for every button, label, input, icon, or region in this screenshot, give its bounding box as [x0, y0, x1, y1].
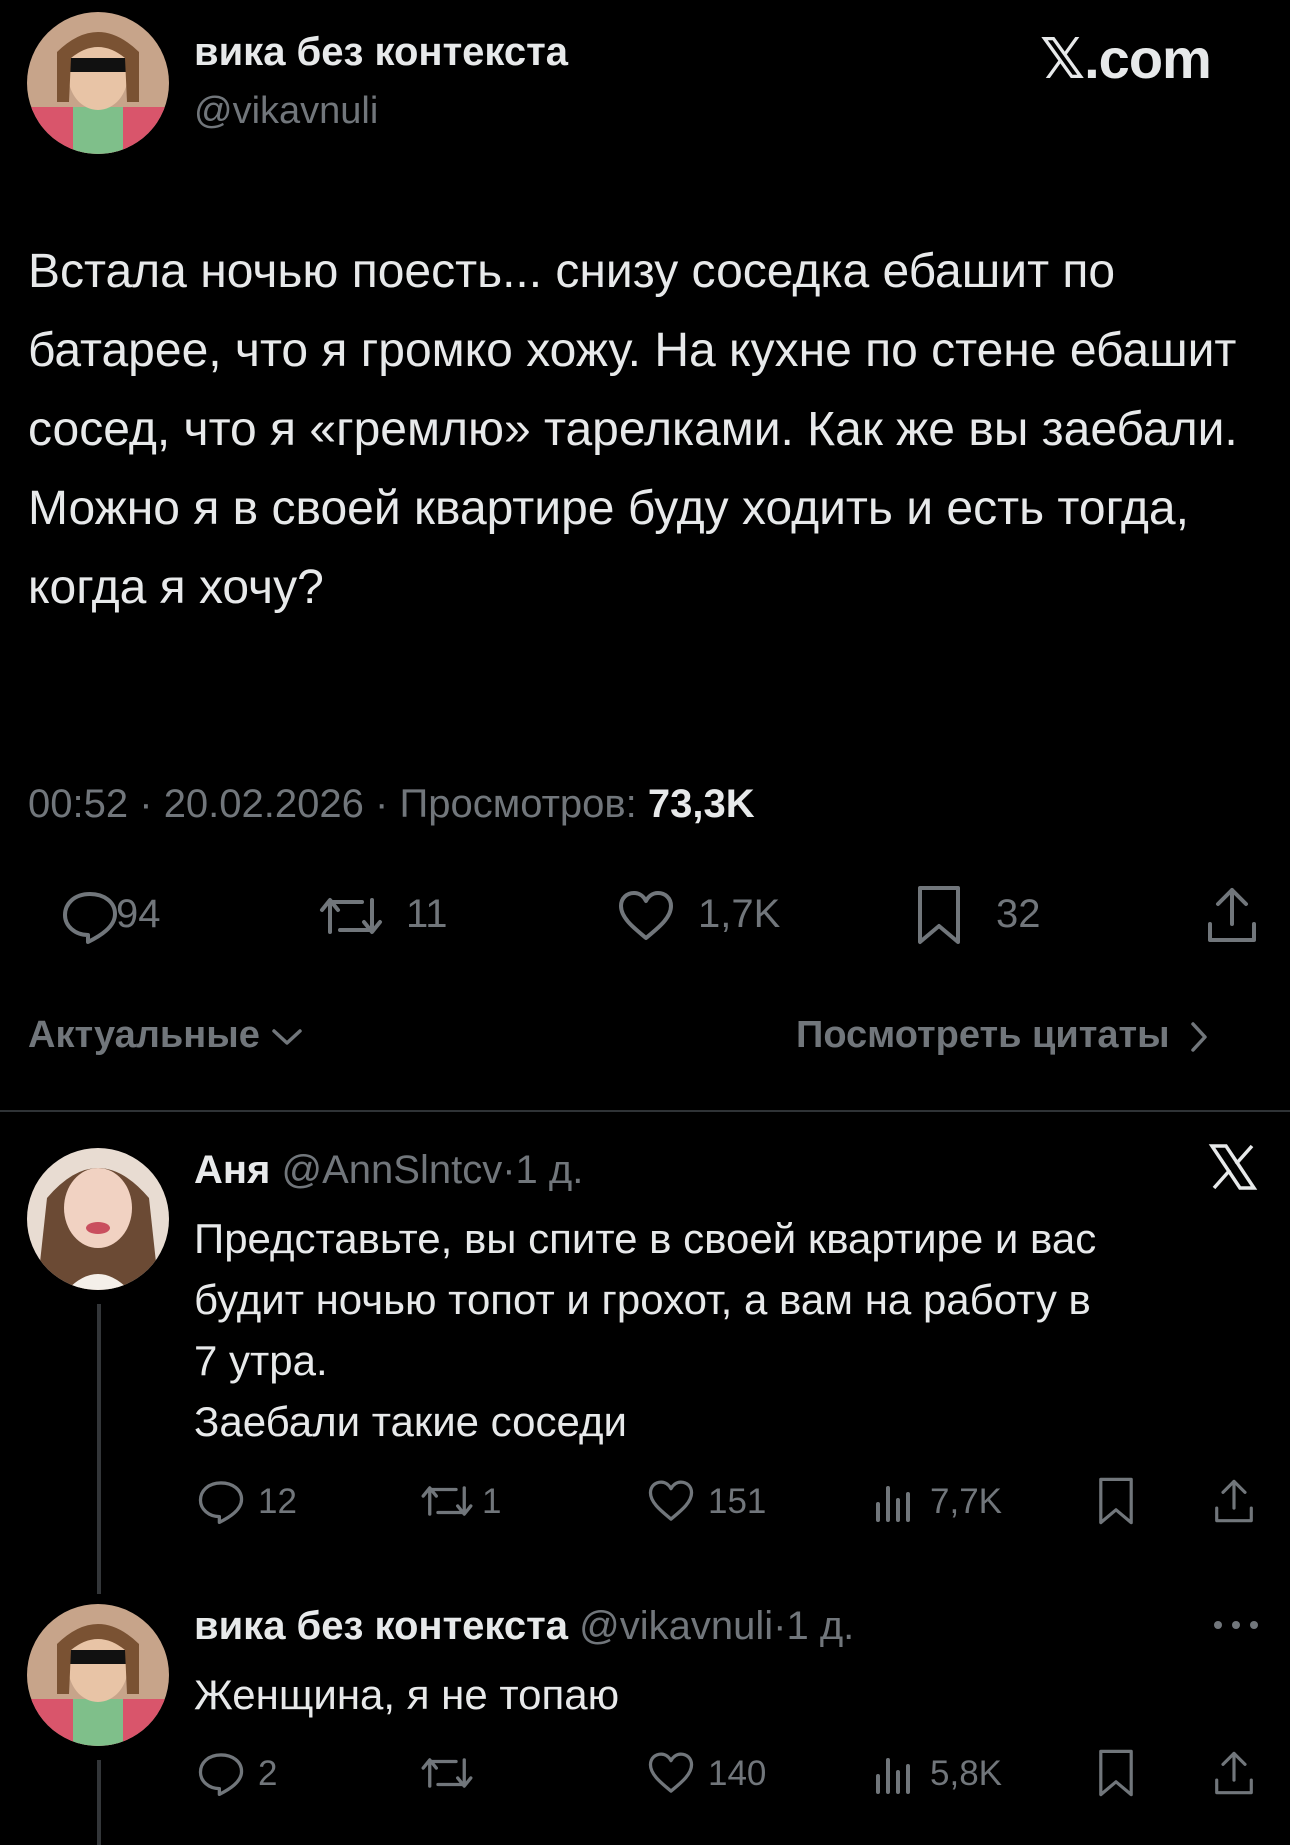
reply-text-line: Заебали такие соседи: [194, 1398, 627, 1445]
more-icon[interactable]: [1212, 1618, 1260, 1632]
reply-header: Аня @AnnSlntcv·1 д.: [194, 1148, 583, 1193]
author-name[interactable]: вика без контекста: [194, 30, 568, 75]
reply-count: 12: [258, 1482, 297, 1521]
reply-text-line: будит ночью топот и грохот, а вам на раб…: [194, 1276, 1091, 1323]
like-icon[interactable]: [616, 888, 676, 944]
reply-icon[interactable]: [196, 1478, 246, 1524]
post-date[interactable]: 20.02.2026: [164, 782, 364, 826]
chevron-down-icon: [270, 1025, 304, 1049]
meta-separator: ·: [375, 782, 389, 826]
reply-author-name[interactable]: вика без контекста: [194, 1604, 568, 1648]
share-icon[interactable]: [1204, 884, 1260, 946]
repost-icon[interactable]: [418, 1478, 476, 1524]
reply-icon[interactable]: [196, 1750, 246, 1796]
reply-text: Женщина, я не топаю: [194, 1664, 619, 1725]
sort-label: Актуальные: [28, 1014, 260, 1056]
repost-icon[interactable]: [418, 1750, 476, 1796]
views-icon[interactable]: [872, 1752, 912, 1794]
bookmark-icon[interactable]: [914, 884, 964, 946]
reply-text: Представьте, вы спите в своей квартире и…: [194, 1208, 1274, 1452]
repost-count: 1: [482, 1482, 502, 1521]
reply-count: 2: [258, 1754, 278, 1793]
like-icon[interactable]: [646, 1750, 696, 1796]
reply-author-name[interactable]: Аня: [194, 1148, 270, 1192]
bookmark-icon[interactable]: [1096, 1748, 1136, 1798]
reply-age[interactable]: 1 д.: [516, 1148, 584, 1192]
views-label: Просмотров:: [399, 782, 637, 826]
author-handle[interactable]: @vikavnuli: [194, 90, 378, 133]
post-text: Встала ночью поесть... снизу соседка еба…: [28, 245, 1238, 614]
like-count: 140: [708, 1754, 767, 1793]
reply-thread-line: [97, 1304, 101, 1594]
reply-age[interactable]: 1 д.: [786, 1604, 854, 1648]
chevron-right-icon: [1188, 1020, 1210, 1054]
views-count: 73,3K: [647, 782, 755, 826]
author-avatar[interactable]: [27, 12, 169, 154]
views-icon[interactable]: [872, 1480, 912, 1522]
x-logo-icon: 𝕏.com: [1040, 27, 1212, 90]
view-quotes-label: Посмотреть цитаты: [796, 1014, 1170, 1056]
x-logo-icon: [1206, 1140, 1260, 1199]
reply-text-line: Представьте, вы спите в своей квартире и…: [194, 1215, 1097, 1262]
post-meta: 00:52 · 20.02.2026 · Просмотров: 73,3K: [28, 782, 755, 827]
like-icon[interactable]: [646, 1478, 696, 1524]
repost-count: 11: [406, 892, 448, 936]
reply-avatar[interactable]: [27, 1148, 169, 1290]
reply-icon[interactable]: [60, 888, 120, 944]
reply-thread-line: [97, 1760, 101, 1845]
views-count: 5,8K: [930, 1754, 1002, 1793]
like-count: 151: [708, 1482, 767, 1521]
reply-author-handle[interactable]: @AnnSlntcv: [282, 1148, 503, 1192]
divider: [0, 1110, 1290, 1112]
meta-separator: ·: [502, 1148, 516, 1192]
bookmark-icon[interactable]: [1096, 1476, 1136, 1526]
bookmark-count: 32: [996, 892, 1041, 936]
like-count: 1,7K: [698, 892, 781, 936]
view-quotes-link[interactable]: Посмотреть цитаты: [796, 1014, 1210, 1057]
meta-separator: ·: [139, 782, 153, 826]
reply-author-handle[interactable]: @vikavnuli: [579, 1604, 773, 1648]
reply-text-line: 7 утра.: [194, 1337, 328, 1384]
repost-icon[interactable]: [316, 888, 386, 944]
reply-text-line: Женщина, я не топаю: [194, 1671, 620, 1718]
sort-dropdown[interactable]: Актуальные: [28, 1014, 304, 1057]
reply-count: 94: [116, 892, 161, 936]
meta-separator: ·: [773, 1604, 787, 1648]
views-count: 7,7K: [930, 1482, 1002, 1521]
share-icon[interactable]: [1212, 1748, 1256, 1798]
share-icon[interactable]: [1212, 1476, 1256, 1526]
reply-avatar[interactable]: [27, 1604, 169, 1746]
reply-header: вика без контекста @vikavnuli·1 д.: [194, 1604, 854, 1649]
post-time[interactable]: 00:52: [28, 782, 128, 826]
